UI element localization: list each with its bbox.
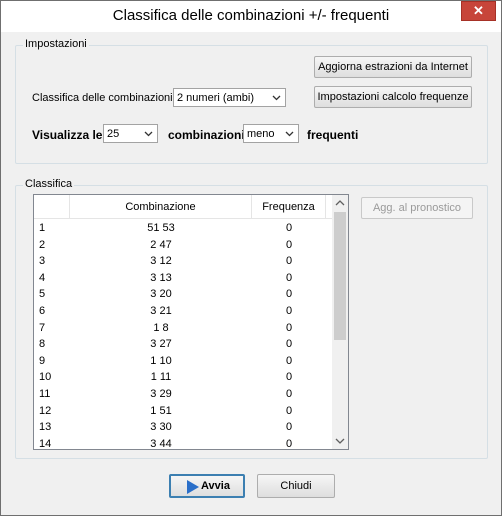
table-row[interactable]: 10 1 11 0	[34, 369, 332, 385]
row-index: 1	[39, 222, 46, 234]
column-header-index[interactable]	[34, 195, 70, 219]
row-frequency: 0	[285, 255, 293, 268]
table-row[interactable]: 12 1 51 0	[34, 403, 332, 419]
ranking-type-select[interactable]: 2 numeri (ambi)	[173, 88, 286, 107]
row-frequency: 0	[285, 321, 293, 334]
table-header: Combinazione Frequenza	[34, 195, 332, 219]
row-combination: 1 8	[153, 321, 169, 334]
start-button[interactable]: Avvia	[169, 474, 245, 498]
scroll-up-icon[interactable]	[335, 198, 345, 208]
row-frequency: 0	[285, 222, 293, 234]
scroll-down-icon[interactable]	[335, 436, 345, 446]
frequency-mode-select[interactable]: meno	[243, 124, 299, 143]
table-row[interactable]: 6 3 21 0	[34, 303, 332, 319]
row-index: 14	[39, 437, 52, 450]
table-row[interactable]: 5 3 20 0	[34, 286, 332, 302]
table-row[interactable]: 3 3 12 0	[34, 253, 332, 269]
row-combination: 1 51	[150, 404, 172, 417]
row-index: 11	[39, 388, 51, 400]
ranking-type-value: 2 numeri (ambi)	[177, 92, 255, 104]
row-index: 2	[39, 238, 46, 251]
add-to-forecast-button[interactable]: Agg. al pronostico	[361, 197, 473, 219]
frequency-settings-button[interactable]: Impostazioni calcolo frequenze	[314, 86, 472, 108]
row-combination: 3 30	[150, 421, 172, 434]
row-index: 12	[39, 404, 52, 417]
frequency-mode-value: meno	[247, 128, 275, 140]
row-frequency: 0	[285, 271, 293, 284]
row-index: 13	[39, 421, 52, 434]
row-frequency: 0	[285, 305, 293, 317]
row-combination: 3 44	[150, 437, 172, 450]
table-row[interactable]: 9 1 10 0	[34, 353, 332, 369]
table-row[interactable]: 1 51 53 0	[34, 220, 332, 236]
row-combination: 3 21	[150, 305, 172, 317]
row-frequency: 0	[285, 388, 293, 400]
chevron-down-icon	[285, 131, 294, 137]
row-combination: 2 47	[150, 238, 172, 251]
table-row[interactable]: 4 3 13 0	[34, 270, 332, 286]
row-frequency: 0	[285, 354, 293, 367]
row-frequency: 0	[285, 238, 293, 251]
row-index: 3	[39, 255, 46, 268]
row-combination: 51 53	[147, 222, 175, 234]
row-frequency: 0	[285, 288, 293, 301]
table-row[interactable]: 14 3 44 0	[34, 436, 332, 450]
play-icon	[187, 480, 199, 494]
row-combination: 3 27	[150, 338, 172, 351]
row-combination: 3 13	[150, 271, 172, 284]
dialog-window: Classifica delle combinazioni +/- freque…	[0, 0, 502, 516]
chevron-down-icon	[144, 131, 153, 137]
ranking-type-label: Classifica delle combinazioni da:	[32, 92, 191, 104]
row-frequency: 0	[285, 421, 293, 434]
row-index: 6	[39, 305, 46, 317]
row-frequency: 0	[285, 404, 293, 417]
close-window-button[interactable]: ✕	[461, 1, 496, 21]
frequent-label: frequenti	[307, 128, 359, 142]
row-index: 9	[39, 354, 46, 367]
row-index: 10	[39, 371, 52, 384]
row-index: 8	[39, 338, 46, 351]
count-select[interactable]: 25	[103, 124, 158, 143]
table-row[interactable]: 11 3 29 0	[34, 386, 332, 402]
row-frequency: 0	[285, 338, 293, 351]
row-frequency: 0	[285, 371, 293, 384]
show-label: Visualizza le	[32, 128, 103, 142]
start-button-label: Avvia	[201, 480, 230, 492]
ranking-table[interactable]: Combinazione Frequenza 1 51 53 0 2 2 47 0 3 3 1…	[33, 194, 349, 450]
row-combination: 3 12	[150, 255, 172, 268]
column-header-frequency[interactable]: Frequenza	[252, 195, 326, 219]
row-combination: 3 29	[150, 388, 172, 400]
close-button[interactable]: Chiudi	[257, 474, 335, 498]
table-row[interactable]: 7 1 8 0	[34, 320, 332, 336]
scrollbar-thumb[interactable]	[334, 212, 346, 340]
title-bar: Classifica delle combinazioni +/- freque…	[1, 1, 501, 32]
row-combination: 1 11	[150, 371, 172, 384]
combinations-label: combinazioni	[168, 128, 245, 142]
row-combination: 1 10	[150, 354, 172, 367]
row-index: 7	[39, 321, 46, 334]
settings-group-label: Impostazioni	[23, 38, 89, 50]
table-row[interactable]: 2 2 47 0	[34, 237, 332, 253]
window-title: Classifica delle combinazioni +/- freque…	[112, 7, 390, 24]
table-row[interactable]: 8 3 27 0	[34, 336, 332, 352]
row-index: 5	[39, 288, 46, 301]
update-from-internet-button[interactable]: Aggiorna estrazioni da Internet	[314, 56, 472, 78]
ranking-group-label: Classifica	[23, 178, 75, 190]
vertical-scrollbar[interactable]	[332, 195, 348, 449]
table-row[interactable]: 13 3 30 0	[34, 419, 332, 435]
row-frequency: 0	[285, 437, 293, 450]
row-combination: 3 20	[150, 288, 172, 301]
column-header-combination[interactable]: Combinazione	[70, 195, 252, 219]
row-index: 4	[39, 271, 46, 284]
chevron-down-icon	[272, 95, 281, 101]
count-value: 25	[107, 128, 120, 140]
